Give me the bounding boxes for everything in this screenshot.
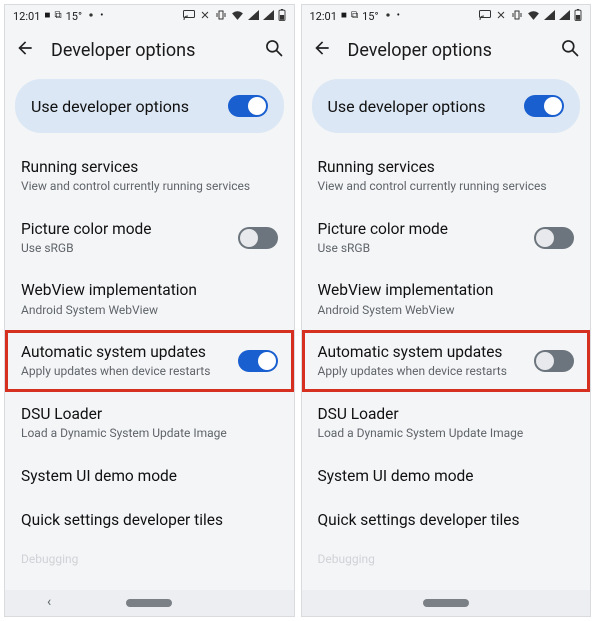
signal-icon-2 <box>263 10 274 23</box>
row-subtitle: Load a Dynamic System Update Image <box>318 426 524 442</box>
statusbar-app-icon-2: ⧉ <box>351 11 358 21</box>
section-label-debugging: Debugging <box>302 542 591 566</box>
search-icon[interactable] <box>560 38 580 62</box>
row-title: WebView implementation <box>21 280 197 300</box>
automatic-system-updates-toggle[interactable] <box>534 350 574 372</box>
picture-color-mode-row[interactable]: Picture color mode Use sRGB <box>302 207 591 269</box>
system-ui-demo-mode-row[interactable]: System UI demo mode <box>5 454 294 498</box>
search-icon[interactable] <box>264 38 284 62</box>
signal-icon <box>248 10 259 23</box>
row-title: System UI demo mode <box>21 466 177 486</box>
hero-title: Use developer options <box>328 97 486 116</box>
battery-icon <box>574 9 582 24</box>
wifi-icon <box>527 10 540 23</box>
row-title: Automatic system updates <box>21 342 210 362</box>
status-bar: 12:01 ■ ⧉ 15° • <box>5 5 294 27</box>
system-ui-demo-mode-row[interactable]: System UI demo mode <box>302 454 591 498</box>
page-title: Developer options <box>51 40 248 61</box>
row-title: Running services <box>21 157 250 177</box>
link-icon <box>495 10 507 23</box>
statusbar-time: 12:01 <box>310 10 337 23</box>
row-subtitle: View and control currently running servi… <box>21 179 250 195</box>
statusbar-app-icon: ■ <box>341 11 347 21</box>
developer-options-toggle[interactable] <box>524 95 564 117</box>
nav-pill[interactable] <box>423 599 469 607</box>
dsu-loader-row[interactable]: DSU Loader Load a Dynamic System Update … <box>5 392 294 454</box>
nav-pill[interactable] <box>126 599 172 607</box>
row-subtitle: Use sRGB <box>318 241 449 257</box>
row-title: Quick settings developer tiles <box>318 510 520 530</box>
row-subtitle: Android System WebView <box>21 303 197 319</box>
status-bar: 12:01 ■ ⧉ 15° • <box>302 5 591 27</box>
phone-screen-left: 12:01 ■ ⧉ 15° • Developer options Use de… <box>4 4 295 617</box>
cast-icon <box>183 10 195 23</box>
statusbar-left: 12:01 ■ ⧉ 15° • <box>310 10 400 23</box>
statusbar-app-icon: ■ <box>44 11 50 21</box>
phone-screen-right: 12:01 ■ ⧉ 15° • Developer options Use de… <box>301 4 592 617</box>
row-title: Running services <box>318 157 547 177</box>
vibrate-icon <box>511 9 523 24</box>
signal-icon <box>544 10 555 23</box>
nav-bar: ‹ <box>5 590 294 616</box>
row-subtitle: Android System WebView <box>318 303 494 319</box>
quick-settings-developer-tiles-row[interactable]: Quick settings developer tiles <box>302 498 591 542</box>
row-title: DSU Loader <box>318 404 524 424</box>
running-services-row[interactable]: Running services View and control curren… <box>5 145 294 207</box>
row-subtitle: Load a Dynamic System Update Image <box>21 426 227 442</box>
app-header: Developer options <box>302 27 591 73</box>
row-subtitle: Apply updates when device restarts <box>21 364 210 380</box>
automatic-system-updates-row[interactable]: Automatic system updates Apply updates w… <box>302 330 591 392</box>
dsu-loader-row[interactable]: DSU Loader Load a Dynamic System Update … <box>302 392 591 454</box>
app-header: Developer options <box>5 27 294 73</box>
statusbar-dot: • <box>100 11 103 21</box>
row-subtitle: Apply updates when device restarts <box>318 364 507 380</box>
statusbar-right <box>479 9 582 24</box>
picture-color-mode-row[interactable]: Picture color mode Use sRGB <box>5 207 294 269</box>
automatic-system-updates-row[interactable]: Automatic system updates Apply updates w… <box>5 330 294 392</box>
running-services-row[interactable]: Running services View and control curren… <box>302 145 591 207</box>
statusbar-temp: 15° <box>66 10 82 23</box>
hero-title: Use developer options <box>31 97 189 116</box>
weather-icon <box>86 10 96 23</box>
battery-icon <box>278 9 286 24</box>
row-title: DSU Loader <box>21 404 227 424</box>
webview-implementation-row[interactable]: WebView implementation Android System We… <box>5 268 294 330</box>
picture-color-mode-toggle[interactable] <box>238 227 278 249</box>
statusbar-temp: 15° <box>362 10 378 23</box>
statusbar-time: 12:01 <box>13 10 40 23</box>
automatic-system-updates-toggle[interactable] <box>238 350 278 372</box>
hero-card: Use developer options <box>312 79 581 133</box>
row-title: Automatic system updates <box>318 342 507 362</box>
row-title: WebView implementation <box>318 280 494 300</box>
statusbar-left: 12:01 ■ ⧉ 15° • <box>13 10 103 23</box>
cast-icon <box>479 10 491 23</box>
settings-list: Running services View and control curren… <box>302 145 591 566</box>
wifi-icon <box>231 10 244 23</box>
statusbar-right <box>183 9 286 24</box>
vibrate-icon <box>215 9 227 24</box>
settings-list: Running services View and control curren… <box>5 145 294 566</box>
section-label-debugging: Debugging <box>5 542 294 566</box>
statusbar-dot: • <box>397 11 400 21</box>
back-arrow-icon[interactable] <box>15 38 35 62</box>
link-icon <box>199 10 211 23</box>
row-title: Picture color mode <box>318 219 449 239</box>
developer-options-toggle[interactable] <box>228 95 268 117</box>
webview-implementation-row[interactable]: WebView implementation Android System We… <box>302 268 591 330</box>
page-title: Developer options <box>348 40 545 61</box>
quick-settings-developer-tiles-row[interactable]: Quick settings developer tiles <box>5 498 294 542</box>
nav-bar <box>302 590 591 616</box>
row-subtitle: Use sRGB <box>21 241 152 257</box>
statusbar-app-icon-2: ⧉ <box>54 11 61 21</box>
row-title: System UI demo mode <box>318 466 474 486</box>
weather-icon <box>383 10 393 23</box>
signal-icon-2 <box>559 10 570 23</box>
row-title: Quick settings developer tiles <box>21 510 223 530</box>
back-arrow-icon[interactable] <box>312 38 332 62</box>
row-title: Picture color mode <box>21 219 152 239</box>
nav-back-icon[interactable]: ‹ <box>47 594 51 610</box>
row-subtitle: View and control currently running servi… <box>318 179 547 195</box>
picture-color-mode-toggle[interactable] <box>534 227 574 249</box>
hero-card: Use developer options <box>15 79 284 133</box>
